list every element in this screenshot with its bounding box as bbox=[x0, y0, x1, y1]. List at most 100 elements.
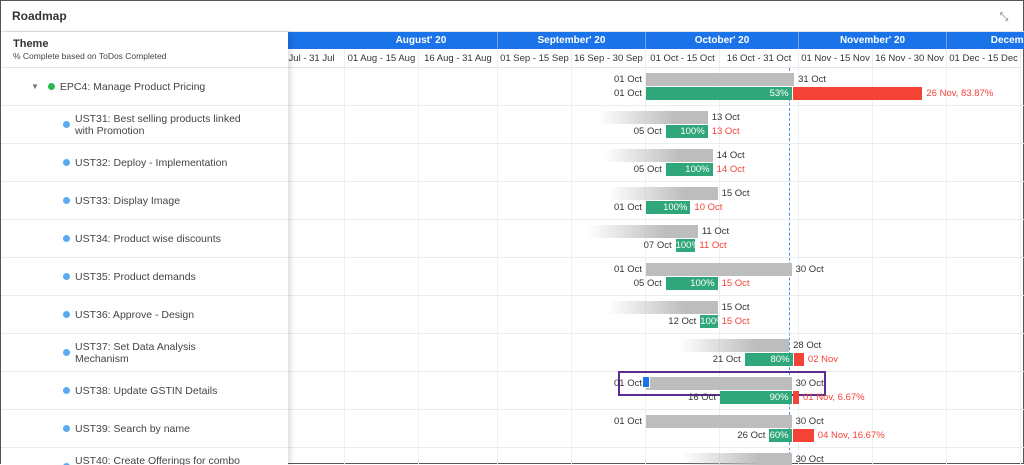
actual-progress-bar[interactable]: 100% bbox=[666, 125, 708, 138]
planned-bar[interactable] bbox=[608, 301, 718, 314]
row-label: UST33: Display Image bbox=[75, 195, 180, 207]
theme-row[interactable]: UST40: Create Offerings for combo purcha… bbox=[1, 448, 288, 465]
actual-progress-bar[interactable]: 100% bbox=[666, 277, 718, 290]
actual-end-label: 04 Nov, 16.67% bbox=[818, 429, 885, 442]
actual-start-label: 16 Oct bbox=[676, 391, 716, 404]
period-header: 16 Oct - 31 Oct bbox=[720, 49, 799, 68]
plan-end-label: 30 Oct bbox=[796, 415, 824, 428]
theme-row[interactable]: UST34: Product wise discounts bbox=[1, 220, 288, 258]
period-header: 01 Dec - 15 Dec bbox=[947, 49, 1021, 68]
grid-line bbox=[1020, 68, 1021, 465]
month-header: December' 20 bbox=[947, 32, 1024, 49]
story-status-dot bbox=[63, 235, 70, 242]
actual-end-label: 15 Oct bbox=[722, 315, 750, 328]
story-status-dot bbox=[63, 387, 70, 394]
theme-row[interactable]: UST37: Set Data Analysis Mechanism bbox=[1, 334, 288, 372]
planned-bar[interactable] bbox=[682, 453, 792, 465]
plan-end-label: 28 Oct bbox=[793, 339, 821, 352]
actual-start-label: 26 Oct bbox=[725, 429, 765, 442]
actual-progress-bar[interactable]: 100% bbox=[676, 239, 696, 252]
overdue-bar[interactable] bbox=[794, 353, 804, 366]
actual-progress-bar[interactable]: 100% bbox=[700, 315, 717, 328]
plan-end-label: 30 Oct bbox=[796, 263, 824, 276]
period-header: 01 Oct - 15 Oct bbox=[646, 49, 720, 68]
plan-end-label: 30 Oct bbox=[796, 453, 824, 465]
overdue-bar[interactable] bbox=[793, 391, 799, 404]
planned-bar[interactable] bbox=[646, 377, 792, 390]
plan-end-label: 14 Oct bbox=[717, 149, 745, 162]
period-header: 01 Nov - 15 Nov bbox=[799, 49, 873, 68]
overdue-bar[interactable] bbox=[793, 87, 923, 100]
grid-line bbox=[872, 68, 873, 465]
theme-row[interactable]: UST35: Product demands bbox=[1, 258, 288, 296]
plan-end-label: 31 Oct bbox=[798, 73, 826, 86]
theme-row[interactable]: UST38: Update GSTIN Details bbox=[1, 372, 288, 410]
actual-progress-bar[interactable]: 53% bbox=[646, 87, 792, 100]
grid-line bbox=[344, 68, 345, 465]
plan-start-label: 01 Oct bbox=[602, 263, 642, 276]
theme-row[interactable]: UST33: Display Image bbox=[1, 182, 288, 220]
story-status-dot bbox=[63, 197, 70, 204]
planned-bar[interactable] bbox=[598, 111, 708, 124]
planned-bar[interactable] bbox=[646, 415, 792, 428]
row-label: UST36: Approve - Design bbox=[75, 309, 194, 321]
month-header: November' 20 bbox=[799, 32, 947, 49]
row-label: UST35: Product demands bbox=[75, 271, 196, 283]
caret-down-icon[interactable]: ▼ bbox=[31, 82, 39, 91]
actual-end-label: 02 Nov bbox=[808, 353, 838, 366]
actual-end-label: 01 Nov, 6.67% bbox=[803, 391, 865, 404]
plan-end-label: 15 Oct bbox=[722, 187, 750, 200]
plan-start-label: 01 Oct bbox=[602, 73, 642, 86]
actual-end-label: 15 Oct bbox=[722, 277, 750, 290]
theme-row[interactable]: UST36: Approve - Design bbox=[1, 296, 288, 334]
planned-bar[interactable] bbox=[646, 73, 794, 86]
actual-progress-bar[interactable]: 100% bbox=[666, 163, 713, 176]
planned-bar[interactable] bbox=[603, 149, 713, 162]
plan-end-label: 15 Oct bbox=[722, 301, 750, 314]
period-header: 01 Aug - 15 Aug bbox=[345, 49, 419, 68]
actual-start-label: 21 Oct bbox=[701, 353, 741, 366]
theme-row[interactable]: ▼EPC4: Manage Product Pricing bbox=[1, 68, 288, 106]
actual-start-label: 07 Oct bbox=[632, 239, 672, 252]
story-status-dot bbox=[63, 425, 70, 432]
planned-bar[interactable] bbox=[646, 263, 792, 276]
plan-end-label: 11 Oct bbox=[702, 225, 729, 238]
theme-subtitle: % Complete based on ToDos Completed bbox=[13, 51, 276, 61]
story-status-dot bbox=[63, 311, 70, 318]
grid-line bbox=[418, 68, 419, 465]
row-label: UST32: Deploy - Implementation bbox=[75, 157, 227, 169]
grid-line bbox=[497, 68, 498, 465]
planned-bar[interactable] bbox=[608, 187, 718, 200]
panel-title: Roadmap bbox=[12, 9, 67, 23]
panel-header: Roadmap ⤡ bbox=[1, 1, 1024, 32]
period-header: 16 Nov - 30 Nov bbox=[873, 49, 947, 68]
month-header: August' 20 bbox=[345, 32, 498, 49]
actual-progress-bar[interactable]: 80% bbox=[745, 353, 793, 366]
actual-progress-bar[interactable]: 60% bbox=[769, 429, 791, 442]
plan-start-label: 01 Oct bbox=[602, 377, 642, 390]
actual-end-label: 14 Oct bbox=[717, 163, 745, 176]
actual-end-label: 26 Nov, 83.87% bbox=[926, 87, 993, 100]
story-status-dot bbox=[63, 349, 70, 356]
collapse-arrows-icon[interactable]: ⤡ bbox=[997, 10, 1011, 24]
actual-end-label: 11 Oct bbox=[699, 239, 726, 252]
overdue-bar[interactable] bbox=[793, 429, 814, 442]
row-label: UST39: Search by name bbox=[75, 423, 190, 435]
theme-row[interactable]: UST39: Search by name bbox=[1, 410, 288, 448]
actual-start-label: 05 Oct bbox=[622, 277, 662, 290]
drag-handle[interactable] bbox=[642, 376, 650, 388]
actual-progress-bar[interactable]: 90% bbox=[720, 391, 792, 404]
theme-row[interactable]: UST32: Deploy - Implementation bbox=[1, 144, 288, 182]
period-header: 01 Sep - 15 Sep bbox=[498, 49, 572, 68]
planned-bar[interactable] bbox=[588, 225, 698, 238]
actual-progress-bar[interactable]: 100% bbox=[646, 201, 690, 214]
actual-start-label: 05 Oct bbox=[622, 125, 662, 138]
month-header: October' 20 bbox=[646, 32, 799, 49]
month-header: September' 20 bbox=[498, 32, 646, 49]
actual-start-label: 12 Oct bbox=[656, 315, 696, 328]
theme-row[interactable]: UST31: Best selling products linked with… bbox=[1, 106, 288, 144]
planned-bar[interactable] bbox=[679, 339, 789, 352]
actual-start-label: 01 Oct bbox=[602, 201, 642, 214]
story-status-dot bbox=[63, 159, 70, 166]
row-label: UST40: Create Offerings for combo purcha… bbox=[75, 455, 248, 465]
